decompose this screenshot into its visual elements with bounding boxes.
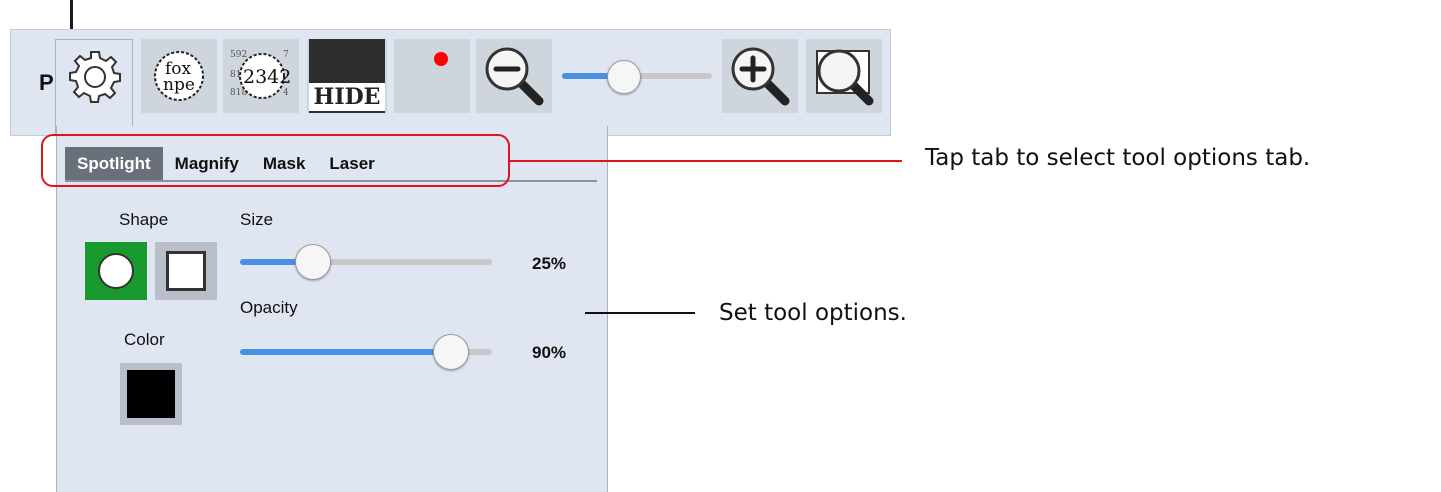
options-callout-line: [585, 312, 695, 314]
shape-square-button[interactable]: [155, 242, 217, 300]
zoom-in-button[interactable]: [722, 39, 798, 113]
mask-tool-button[interactable]: HIDE: [307, 39, 387, 113]
zoom-fit-button[interactable]: [806, 39, 882, 113]
size-value: 25%: [532, 254, 567, 273]
hide-label: HIDE: [309, 83, 385, 111]
color-label: Color: [124, 330, 165, 349]
zoom-slider-knob[interactable]: [607, 60, 641, 94]
opacity-slider-knob[interactable]: [433, 334, 469, 370]
svg-text:592: 592: [230, 50, 247, 60]
zoom-out-icon: [485, 47, 544, 106]
options-callout-text: Set tool options.: [719, 300, 907, 326]
spotlight-text-icon: fox npe: [154, 51, 204, 101]
color-swatch-fill: [127, 370, 175, 418]
hide-mask-icon: HIDE: [309, 39, 385, 113]
size-slider-knob[interactable]: [295, 244, 331, 280]
shape-label: Shape: [119, 210, 169, 229]
svg-text:7: 7: [283, 50, 289, 60]
shape-circle-button[interactable]: [85, 242, 147, 300]
square-shape-icon: [166, 251, 206, 291]
magnify-tool-button[interactable]: 592 7 81 818 4 2342: [223, 39, 299, 113]
color-swatch-button[interactable]: [120, 363, 182, 425]
svg-text:4: 4: [283, 88, 289, 98]
laser-dot-icon: [434, 52, 448, 66]
svg-text:npe: npe: [163, 75, 195, 95]
spotlight-tool-button[interactable]: fox npe: [141, 39, 217, 113]
gear-icon: [69, 51, 121, 103]
laser-tool-button[interactable]: [394, 39, 470, 113]
circle-shape-icon: [98, 253, 134, 289]
svg-text:2342: 2342: [243, 66, 291, 88]
zoom-fit-icon: [816, 49, 874, 106]
toolbar-letter: P: [39, 70, 54, 95]
opacity-value: 90%: [532, 343, 567, 362]
tools-gear-button[interactable]: [55, 39, 133, 135]
zoom-out-button[interactable]: [476, 39, 552, 113]
size-label: Size: [240, 210, 274, 229]
magnify-numbers-icon: 592 7 81 818 4 2342: [230, 50, 291, 99]
tabs-callout-text: Tap tab to select tool options tab.: [925, 145, 1311, 171]
tabs-callout-line: [510, 160, 902, 162]
tabs-highlight-box: [41, 134, 510, 187]
zoom-in-icon: [731, 47, 790, 106]
opacity-slider-fill: [240, 349, 450, 355]
opacity-label: Opacity: [240, 298, 298, 317]
